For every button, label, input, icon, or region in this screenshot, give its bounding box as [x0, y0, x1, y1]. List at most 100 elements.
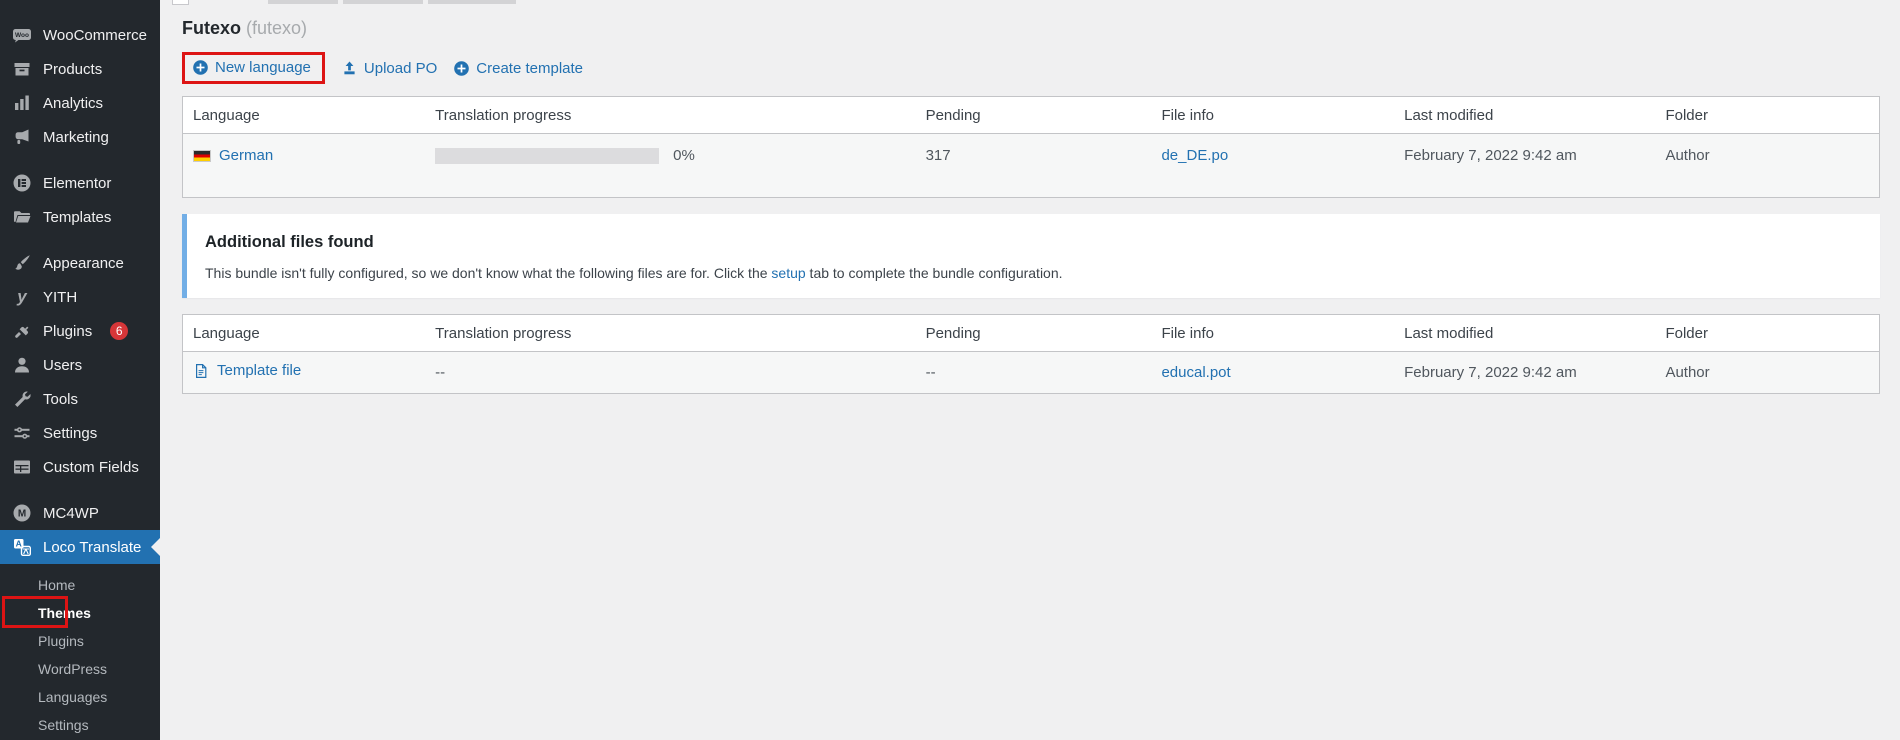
top-tab-stub[interactable] [172, 0, 189, 5]
yith-icon: y [12, 287, 32, 307]
submenu-label: Settings [38, 717, 89, 733]
pending-placeholder: -- [926, 364, 936, 381]
upload-icon [341, 60, 358, 77]
submenu-label: Themes [38, 605, 91, 621]
top-tab-stub[interactable] [268, 0, 338, 4]
sidebar-item-label: Products [43, 61, 102, 78]
submenu-item-plugins[interactable]: Plugins [0, 627, 160, 655]
templates-folder-icon [12, 207, 32, 227]
main-content: Futexo (futexo) New language Upload PO [160, 0, 1900, 740]
column-header-language: Language [183, 97, 426, 134]
sidebar-item-mc4wp[interactable]: M MC4WP [0, 496, 160, 530]
sidebar-item-label: Elementor [43, 175, 111, 192]
menu-separator [0, 154, 160, 166]
sidebar-item-custom-fields[interactable]: Custom Fields [0, 450, 160, 484]
sidebar-item-products[interactable]: Products [0, 52, 160, 86]
column-header-folder: Folder [1655, 97, 1879, 134]
annotation-box-new-language: New language [182, 52, 325, 84]
sidebar-item-label: Marketing [43, 129, 109, 146]
submenu-item-wordpress[interactable]: WordPress [0, 655, 160, 683]
column-header-folder: Folder [1655, 315, 1879, 352]
translation-progress-bar [435, 148, 659, 164]
plus-circle-icon [453, 60, 470, 77]
pending-count: 317 [926, 147, 951, 164]
column-header-translation-progress: Translation progress [425, 97, 915, 134]
sidebar-item-elementor[interactable]: Elementor [0, 166, 160, 200]
svg-text:y: y [16, 287, 28, 306]
plus-circle-icon [192, 59, 209, 76]
table-row-german: German 0% 317 de_DE.po February 7, 2022 … [183, 134, 1880, 198]
last-modified-value: February 7, 2022 9:42 am [1404, 364, 1577, 381]
sidebar-item-label: Loco Translate [43, 539, 141, 556]
german-language-link[interactable]: German [219, 147, 273, 164]
actions-toolbar: New language Upload PO Create template [182, 52, 1880, 84]
submenu-item-themes[interactable]: Themes [0, 599, 160, 627]
tools-wrench-icon [12, 389, 32, 409]
svg-text:A: A [16, 539, 22, 549]
submenu-item-languages[interactable]: Languages [0, 683, 160, 711]
submenu-item-settings[interactable]: Settings [0, 711, 160, 739]
menu-separator [0, 234, 160, 246]
sidebar-item-appearance[interactable]: Appearance [0, 246, 160, 280]
sidebar-item-marketing[interactable]: Marketing [0, 120, 160, 154]
sidebar-item-tools[interactable]: Tools [0, 382, 160, 416]
column-header-pending: Pending [916, 97, 1152, 134]
new-language-label: New language [215, 59, 311, 76]
bundle-name: Futexo [182, 18, 241, 38]
german-flag-icon [193, 150, 211, 162]
create-template-label: Create template [476, 60, 583, 77]
woocommerce-icon: Woo [12, 25, 32, 45]
sidebar-item-woocommerce[interactable]: Woo WooCommerce [0, 18, 160, 52]
column-header-language: Language [183, 315, 426, 352]
sidebar-item-label: Tools [43, 391, 78, 408]
languages-table: Language Translation progress Pending Fi… [182, 96, 1880, 198]
column-header-pending: Pending [916, 315, 1152, 352]
top-tab-stub[interactable] [343, 0, 423, 4]
sidebar-item-label: Users [43, 357, 82, 374]
sidebar-item-label: Appearance [43, 255, 124, 272]
additional-files-notice: Additional files found This bundle isn't… [182, 214, 1880, 298]
sidebar-item-label: Custom Fields [43, 459, 139, 476]
column-header-file-info: File info [1151, 315, 1394, 352]
plugins-update-badge: 6 [110, 322, 128, 340]
create-template-button[interactable]: Create template [453, 60, 583, 77]
table-header-row: Language Translation progress Pending Fi… [183, 315, 1880, 352]
submenu-item-home[interactable]: Home [0, 571, 160, 599]
sidebar-item-analytics[interactable]: Analytics [0, 86, 160, 120]
notice-title: Additional files found [205, 233, 1862, 252]
sidebar-item-label: Plugins [43, 323, 92, 340]
notice-text-after: tab to complete the bundle configuration… [806, 265, 1063, 281]
sidebar-item-loco-translate[interactable]: A Loco Translate [0, 530, 160, 564]
folder-value: Author [1665, 147, 1709, 164]
active-menu-arrow [151, 538, 160, 556]
upload-po-button[interactable]: Upload PO [341, 60, 437, 77]
plugins-plug-icon [12, 321, 32, 341]
sidebar-item-users[interactable]: Users [0, 348, 160, 382]
sidebar-item-templates[interactable]: Templates [0, 200, 160, 234]
document-icon [193, 363, 209, 379]
template-files-table: Language Translation progress Pending Fi… [182, 314, 1880, 394]
po-file-link[interactable]: de_DE.po [1161, 147, 1228, 164]
sidebar-item-plugins[interactable]: Plugins 6 [0, 314, 160, 348]
new-language-button[interactable]: New language [192, 59, 311, 76]
notice-text: This bundle isn't fully configured, so w… [205, 265, 1862, 281]
template-file-link[interactable]: Template file [217, 362, 301, 379]
sidebar-item-settings[interactable]: Settings [0, 416, 160, 450]
analytics-chart-icon [12, 93, 32, 113]
pot-file-link[interactable]: educal.pot [1161, 364, 1230, 381]
top-tab-stub[interactable] [428, 0, 516, 4]
admin-menu: Woo WooCommerce Products Analytics [0, 0, 160, 739]
wordpress-admin-screen: Woo WooCommerce Products Analytics [0, 0, 1900, 740]
sidebar-item-label: YITH [43, 289, 77, 306]
page-title: Futexo (futexo) [182, 18, 1880, 39]
column-header-translation-progress: Translation progress [425, 315, 915, 352]
users-person-icon [12, 355, 32, 375]
sidebar-item-yith[interactable]: y YITH [0, 280, 160, 314]
settings-sliders-icon [12, 423, 32, 443]
submenu-label: Plugins [38, 633, 84, 649]
admin-sidebar: Woo WooCommerce Products Analytics [0, 0, 160, 740]
appearance-brush-icon [12, 253, 32, 273]
table-header-row: Language Translation progress Pending Fi… [183, 97, 1880, 134]
elementor-icon [12, 173, 32, 193]
setup-tab-link[interactable]: setup [771, 265, 805, 281]
